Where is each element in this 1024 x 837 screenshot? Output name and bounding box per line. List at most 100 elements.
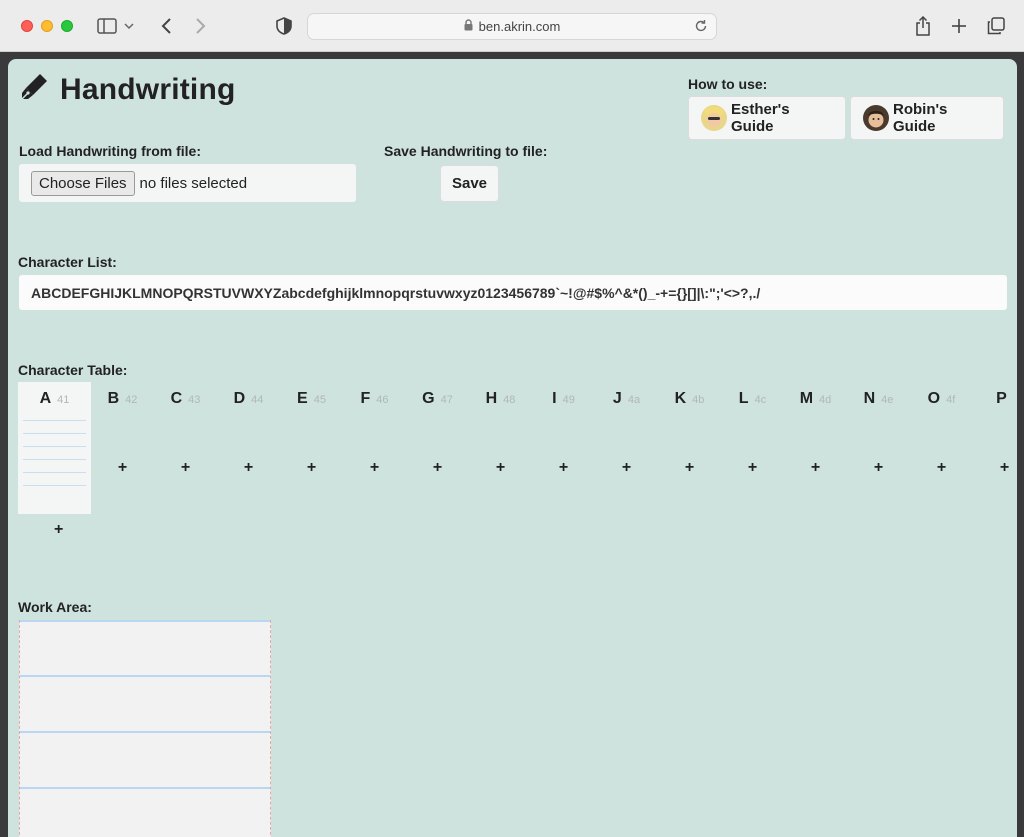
character-cell[interactable]: P + <box>973 382 1017 514</box>
add-glyph-button[interactable]: + <box>973 459 1017 477</box>
character-hex-code: 4d <box>819 394 832 406</box>
character-cell[interactable]: O 4f + <box>910 382 973 514</box>
add-glyph-button[interactable]: + <box>406 459 469 477</box>
character-hex-code: 47 <box>440 394 453 406</box>
file-input[interactable]: Choose Files no files selected <box>19 164 356 202</box>
character-list-label: Character List: <box>18 254 117 270</box>
add-glyph-button[interactable]: + <box>280 459 343 477</box>
esther-avatar <box>701 105 727 131</box>
character-glyph: L <box>738 390 749 407</box>
add-glyph-button[interactable]: + <box>469 459 532 477</box>
character-cell[interactable]: H 48 + <box>469 382 532 514</box>
character-cell[interactable]: D 44 + <box>217 382 280 514</box>
page-title: Handwriting <box>60 72 236 106</box>
character-header: H 48 <box>469 390 532 408</box>
character-cell[interactable]: L 4c + <box>721 382 784 514</box>
add-glyph-button[interactable]: + <box>595 459 658 477</box>
character-hex-code: 45 <box>313 394 326 406</box>
character-glyph: M <box>799 390 814 407</box>
robin-avatar <box>863 105 889 131</box>
character-glyph: I <box>552 390 557 407</box>
add-glyph-button[interactable]: + <box>847 459 910 477</box>
character-glyph: J <box>612 390 622 407</box>
esther-guide-label: Esther's Guide <box>731 101 790 135</box>
esther-guide-button[interactable]: Esther's Guide <box>688 96 846 140</box>
character-cell[interactable]: B 42 + <box>91 382 154 514</box>
save-handwriting-label: Save Handwriting to file: <box>384 143 548 159</box>
character-hex-code: 44 <box>251 394 264 406</box>
guide-line <box>20 787 270 789</box>
add-glyph-button[interactable]: + <box>910 459 973 477</box>
character-header: K 4b <box>658 390 721 408</box>
character-cell[interactable]: I 49 + <box>532 382 595 514</box>
character-header: M 4d <box>784 390 847 408</box>
sidebar-icon[interactable] <box>96 15 118 37</box>
character-cell[interactable]: C 43 + <box>154 382 217 514</box>
add-glyph-button[interactable]: + <box>532 459 595 477</box>
how-to-use-label: How to use: <box>688 76 768 92</box>
tabs-icon[interactable] <box>985 15 1007 37</box>
address-bar[interactable]: ben.akrin.com <box>307 13 717 40</box>
zoom-window-button[interactable] <box>61 20 73 32</box>
choose-files-button[interactable]: Choose Files <box>31 170 135 196</box>
character-header: P <box>973 390 1017 408</box>
url-text: ben.akrin.com <box>478 19 561 34</box>
reload-icon[interactable] <box>694 19 708 36</box>
glyph-preview <box>23 420 86 506</box>
character-glyph: A <box>39 390 52 407</box>
guide-line <box>20 675 270 677</box>
character-table-label: Character Table: <box>18 362 128 378</box>
character-cell[interactable]: K 4b + <box>658 382 721 514</box>
page: Handwriting How to use: Esther's Guide R… <box>8 59 1017 837</box>
character-header: F 46 <box>343 390 406 408</box>
character-cell[interactable]: F 46 + <box>343 382 406 514</box>
character-cell[interactable]: J 4a + <box>595 382 658 514</box>
page-header: Handwriting <box>18 71 236 108</box>
close-window-button[interactable] <box>21 20 33 32</box>
browser-toolbar: ben.akrin.com <box>0 0 1024 52</box>
character-header: L 4c <box>721 390 784 408</box>
character-cell[interactable]: N 4e + <box>847 382 910 514</box>
character-table: A 41 B 42 + C 43 + D 44 + E 45 + F 46 + G 47 + H 48 + I 49 + J 4a + K… <box>18 382 1017 542</box>
character-cell[interactable]: A 41 <box>18 382 91 514</box>
add-glyph-button[interactable]: + <box>343 459 406 477</box>
pen-icon <box>18 71 50 108</box>
character-hex-code: 4b <box>692 394 705 406</box>
new-tab-icon[interactable] <box>948 15 970 37</box>
character-hex-code: 49 <box>562 394 575 406</box>
add-glyph-button[interactable]: + <box>658 459 721 477</box>
character-header: E 45 <box>280 390 343 408</box>
work-area-canvas[interactable] <box>19 620 271 837</box>
robin-guide-button[interactable]: Robin's Guide <box>850 96 1004 140</box>
guide-line <box>20 731 270 733</box>
forward-icon[interactable] <box>190 15 212 37</box>
character-hex-code: 4c <box>754 394 767 406</box>
share-icon[interactable] <box>912 15 934 37</box>
add-glyph-button[interactable]: + <box>91 459 154 477</box>
minimize-window-button[interactable] <box>41 20 53 32</box>
character-header: O 4f <box>910 390 973 408</box>
chevron-down-icon[interactable] <box>122 15 136 37</box>
character-hex-code: 42 <box>125 394 138 406</box>
character-cell[interactable]: E 45 + <box>280 382 343 514</box>
character-glyph: O <box>927 390 941 407</box>
character-cell[interactable]: M 4d + <box>784 382 847 514</box>
add-glyph-button[interactable]: + <box>54 521 63 539</box>
back-icon[interactable] <box>155 15 177 37</box>
character-hex-code: 4e <box>881 394 894 406</box>
character-glyph: F <box>360 390 371 407</box>
robin-guide-label: Robin's Guide <box>893 101 948 135</box>
add-glyph-button[interactable]: + <box>784 459 847 477</box>
add-glyph-button[interactable]: + <box>154 459 217 477</box>
character-header: C 43 <box>154 390 217 408</box>
character-glyph: E <box>297 390 308 407</box>
save-button[interactable]: Save <box>440 165 499 202</box>
add-glyph-button[interactable]: + <box>217 459 280 477</box>
character-glyph: C <box>170 390 183 407</box>
character-cell[interactable]: G 47 + <box>406 382 469 514</box>
character-header: B 42 <box>91 390 154 408</box>
shield-icon[interactable] <box>273 15 295 37</box>
character-glyph: N <box>863 390 876 407</box>
character-list-input[interactable]: ABCDEFGHIJKLMNOPQRSTUVWXYZabcdefghijklmn… <box>19 275 1007 310</box>
add-glyph-button[interactable]: + <box>721 459 784 477</box>
